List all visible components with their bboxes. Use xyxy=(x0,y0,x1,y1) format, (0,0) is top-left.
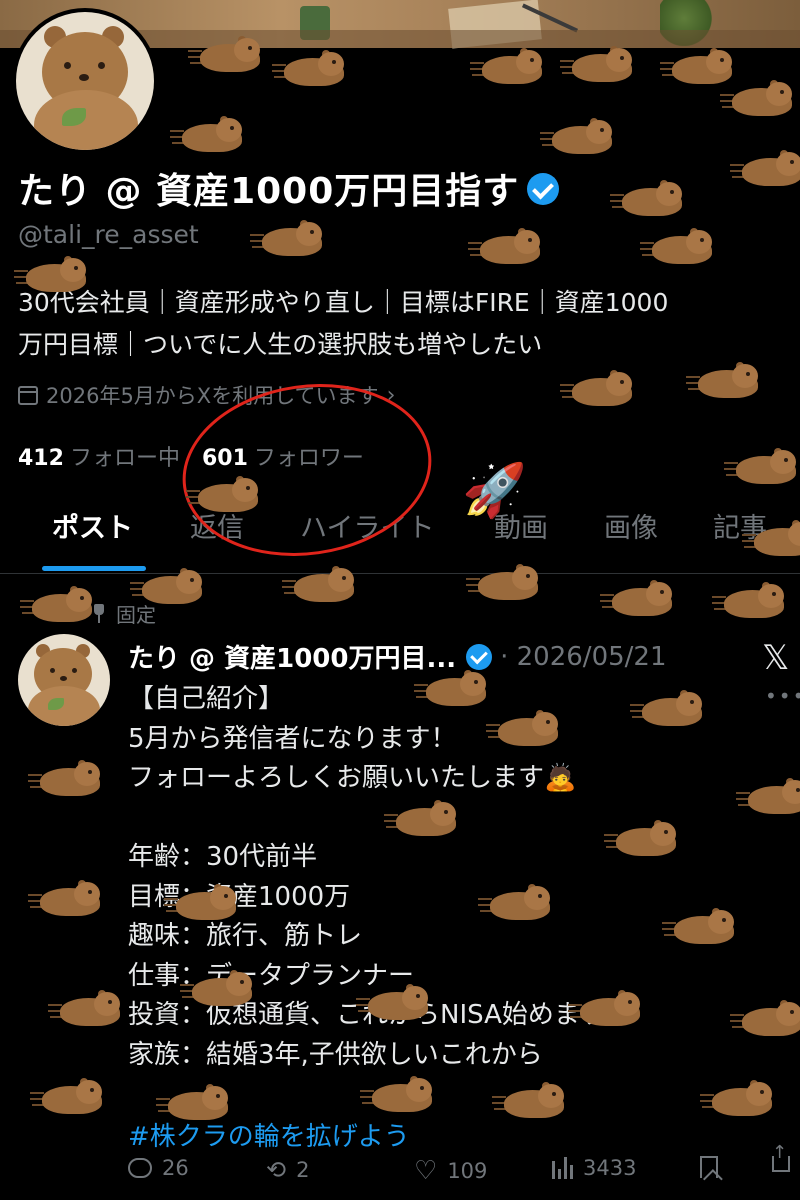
quokka-sticker-icon xyxy=(156,1084,232,1124)
quokka-sticker-icon xyxy=(568,990,644,1030)
quokka-sticker-icon xyxy=(470,48,546,88)
x-logo-icon: 𝕏 xyxy=(762,638,790,678)
verified-badge-icon[interactable] xyxy=(527,173,560,205)
quokka-sticker-icon xyxy=(30,1078,106,1118)
profile-bio: 30代会社員｜資産形成やり直し｜目標はFIRE｜資産1000 万円目標｜ついでに… xyxy=(18,282,793,366)
more-options-icon[interactable]: ••• xyxy=(765,684,800,708)
quokka-sticker-icon xyxy=(468,228,544,268)
quokka-avatar-image xyxy=(16,12,154,150)
like-count: 109 xyxy=(447,1159,488,1183)
quokka-sticker-icon xyxy=(170,116,246,156)
quokka-sticker-icon xyxy=(730,150,800,190)
verified-badge-icon[interactable] xyxy=(466,643,493,670)
heart-icon: ♡ xyxy=(414,1156,438,1186)
profile-name-text: たり @ 資産1000万円目指す xyxy=(18,171,520,212)
quokka-sticker-icon xyxy=(686,362,762,402)
post-header: たり @ 資産1000万円目... · 2026/05/21 xyxy=(128,638,667,675)
post-body: 【自己紹介】 5月から発信者になります！ フォローよろしくお願いいたします🙇 年… xyxy=(128,680,768,1075)
quokka-sticker-icon xyxy=(360,1076,436,1116)
quokka-sticker-icon xyxy=(736,778,800,818)
post-avatar[interactable] xyxy=(18,634,110,726)
quokka-sticker-icon xyxy=(630,690,706,730)
tab-posts[interactable]: ポスト xyxy=(52,506,133,572)
quokka-sticker-icon xyxy=(712,582,788,622)
quokka-sticker-icon xyxy=(560,46,636,86)
rocket-emoji-icon: 🚀 xyxy=(462,461,527,521)
tab-images[interactable]: 画像 xyxy=(604,506,658,572)
profile-handle: @tali_re_asset xyxy=(18,220,199,249)
quokka-sticker-icon xyxy=(188,36,264,76)
quokka-sticker-icon xyxy=(48,990,124,1030)
post-date[interactable]: · 2026/05/21 xyxy=(500,642,666,672)
profile-name: たり @ 資産1000万円目指す xyxy=(18,162,560,214)
quokka-sticker-icon xyxy=(600,580,676,620)
reply-count: 26 xyxy=(162,1156,189,1180)
quokka-sticker-icon xyxy=(130,568,206,608)
quokka-sticker-icon xyxy=(356,984,432,1024)
quokka-sticker-icon xyxy=(730,1000,800,1040)
share-button[interactable] xyxy=(772,1142,790,1172)
repost-button[interactable]: ⟲ 2 xyxy=(266,1156,309,1184)
bookmark-button[interactable] xyxy=(700,1156,718,1178)
views-icon xyxy=(552,1157,573,1179)
repost-icon: ⟲ xyxy=(266,1156,287,1184)
quokka-sticker-icon xyxy=(186,476,262,516)
quokka-sticker-icon xyxy=(478,884,554,924)
tabs-divider xyxy=(0,573,800,574)
quokka-sticker-icon xyxy=(28,880,104,920)
quokka-sticker-icon xyxy=(250,220,326,260)
quokka-sticker-icon xyxy=(742,520,800,560)
quokka-sticker-icon xyxy=(640,228,716,268)
quokka-sticker-icon xyxy=(662,908,738,948)
views-count: 3433 xyxy=(583,1156,637,1180)
quokka-sticker-icon xyxy=(466,564,542,604)
quokka-sticker-icon xyxy=(384,800,460,840)
quokka-sticker-icon xyxy=(272,50,348,90)
share-icon xyxy=(772,1142,790,1172)
bookmark-icon xyxy=(700,1156,718,1178)
quokka-sticker-icon xyxy=(700,1080,776,1120)
quokka-sticker-icon xyxy=(180,970,256,1010)
quokka-sticker-icon xyxy=(282,566,358,606)
quokka-sticker-icon xyxy=(610,180,686,220)
quokka-sticker-icon xyxy=(560,370,636,410)
repost-count: 2 xyxy=(296,1158,310,1182)
quokka-sticker-icon xyxy=(492,1082,568,1122)
quokka-sticker-icon xyxy=(604,820,680,860)
post-line: フォローよろしくお願いいたします🙇 xyxy=(128,763,577,793)
bio-line: 万円目標｜ついでに人生の選択肢も増やしたい xyxy=(18,330,543,359)
quokka-sticker-icon xyxy=(720,80,796,120)
reply-button[interactable]: 26 xyxy=(128,1156,189,1180)
reply-icon xyxy=(128,1158,152,1178)
bio-line: 30代会社員｜資産形成やり直し｜目標はFIRE｜資産1000 xyxy=(18,288,669,317)
quokka-sticker-icon xyxy=(486,710,562,750)
quokka-sticker-icon xyxy=(164,884,240,924)
quokka-sticker-icon xyxy=(540,118,616,158)
following-link[interactable]: 412 フォロー中 xyxy=(18,440,180,472)
profile-avatar[interactable] xyxy=(12,8,158,154)
quokka-sticker-icon xyxy=(14,256,90,296)
quokka-sticker-icon xyxy=(414,670,490,710)
quokka-sticker-icon xyxy=(28,760,104,800)
views-button[interactable]: 3433 xyxy=(552,1156,636,1180)
calendar-icon xyxy=(18,385,38,405)
post-author[interactable]: たり @ 資産1000万円目... xyxy=(128,638,456,675)
quokka-sticker-icon xyxy=(20,586,96,626)
like-button[interactable]: ♡ 109 xyxy=(414,1156,487,1186)
post-line: 家族：結婚3年,子供欲しいこれから xyxy=(128,1039,543,1070)
quokka-sticker-icon xyxy=(724,448,800,488)
post-actions: 26 ⟲ 2 ♡ 109 3433 xyxy=(0,1142,800,1196)
